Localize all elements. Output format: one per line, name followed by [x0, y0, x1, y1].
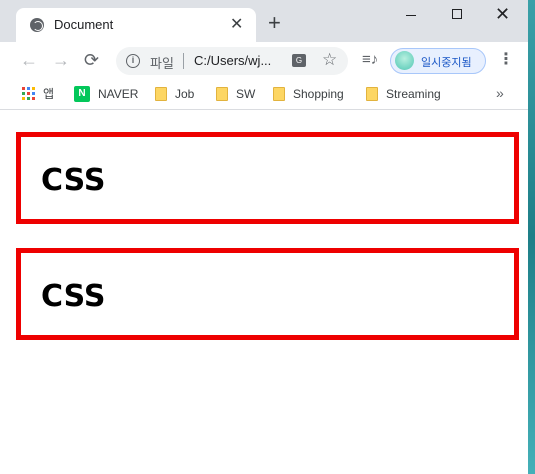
- naver-icon: N: [74, 86, 90, 102]
- bookmark-label: 앱: [43, 86, 55, 101]
- tab-title: Document: [54, 17, 114, 32]
- folder-icon: [273, 86, 285, 101]
- media-control-icon[interactable]: ≡♪: [362, 51, 378, 69]
- tab-close-icon[interactable]: ✕: [230, 15, 243, 35]
- url-text[interactable]: C:/Users/wj...: [194, 53, 271, 68]
- toolbar: ← → ⟳ i 파일 C:/Users/wj... G ☆ ≡♪ 일시중지됨 ⋮: [0, 42, 528, 80]
- bookmark-star-icon[interactable]: ☆: [322, 50, 337, 70]
- tab-strip: Document ✕ + ✕: [0, 0, 528, 42]
- maximize-icon[interactable]: [452, 9, 462, 19]
- bookmark-apps[interactable]: 앱: [22, 86, 54, 104]
- css-box: CSS: [16, 132, 519, 224]
- bookmark-label: NAVER: [98, 87, 139, 101]
- folder-icon: [155, 86, 167, 101]
- menu-icon[interactable]: ⋮: [498, 51, 514, 69]
- new-tab-button[interactable]: +: [268, 12, 281, 34]
- page-content: CSS CSS: [0, 111, 528, 474]
- address-bar[interactable]: i 파일 C:/Users/wj... G ☆: [116, 47, 348, 75]
- bookmark-label: SW: [236, 86, 256, 101]
- browser-window: Document ✕ + ✕ ← → ⟳ i 파일 C:/Users/wj...…: [0, 0, 528, 474]
- bookmark-label: Streaming: [386, 86, 441, 101]
- info-icon[interactable]: i: [126, 54, 140, 68]
- bookmark-label: Job: [175, 86, 195, 101]
- bookmark-shopping[interactable]: Shopping: [273, 86, 344, 104]
- box-heading: CSS: [41, 163, 106, 198]
- bookmarks-bar: 앱 N NAVER Job SW Shopping Streaming »: [0, 80, 528, 110]
- globe-icon: [30, 18, 44, 32]
- translate-icon[interactable]: G: [292, 54, 306, 67]
- bookmarks-overflow-icon[interactable]: »: [496, 85, 504, 101]
- forward-icon[interactable]: →: [52, 50, 70, 70]
- profile-status-label: 일시중지됨: [421, 57, 472, 69]
- bookmark-naver[interactable]: N NAVER: [74, 86, 138, 104]
- address-divider: [183, 53, 184, 69]
- bookmark-sw[interactable]: SW: [216, 86, 255, 104]
- minimize-icon[interactable]: [404, 8, 418, 22]
- profile-button[interactable]: 일시중지됨: [390, 48, 486, 74]
- back-icon[interactable]: ←: [20, 50, 38, 70]
- window-close-icon[interactable]: ✕: [495, 4, 510, 24]
- avatar: [395, 51, 414, 70]
- desktop-background-right: [528, 0, 535, 474]
- bookmark-job[interactable]: Job: [155, 86, 194, 104]
- scheme-label: 파일: [150, 56, 174, 71]
- box-heading: CSS: [41, 279, 106, 314]
- reload-icon[interactable]: ⟳: [84, 50, 99, 70]
- bookmark-label: Shopping: [293, 86, 344, 101]
- folder-icon: [216, 86, 228, 101]
- css-box: CSS: [16, 248, 519, 340]
- folder-icon: [366, 86, 378, 101]
- bookmark-streaming[interactable]: Streaming: [366, 86, 441, 104]
- apps-icon: [22, 87, 35, 101]
- tab-document[interactable]: Document ✕: [16, 8, 256, 42]
